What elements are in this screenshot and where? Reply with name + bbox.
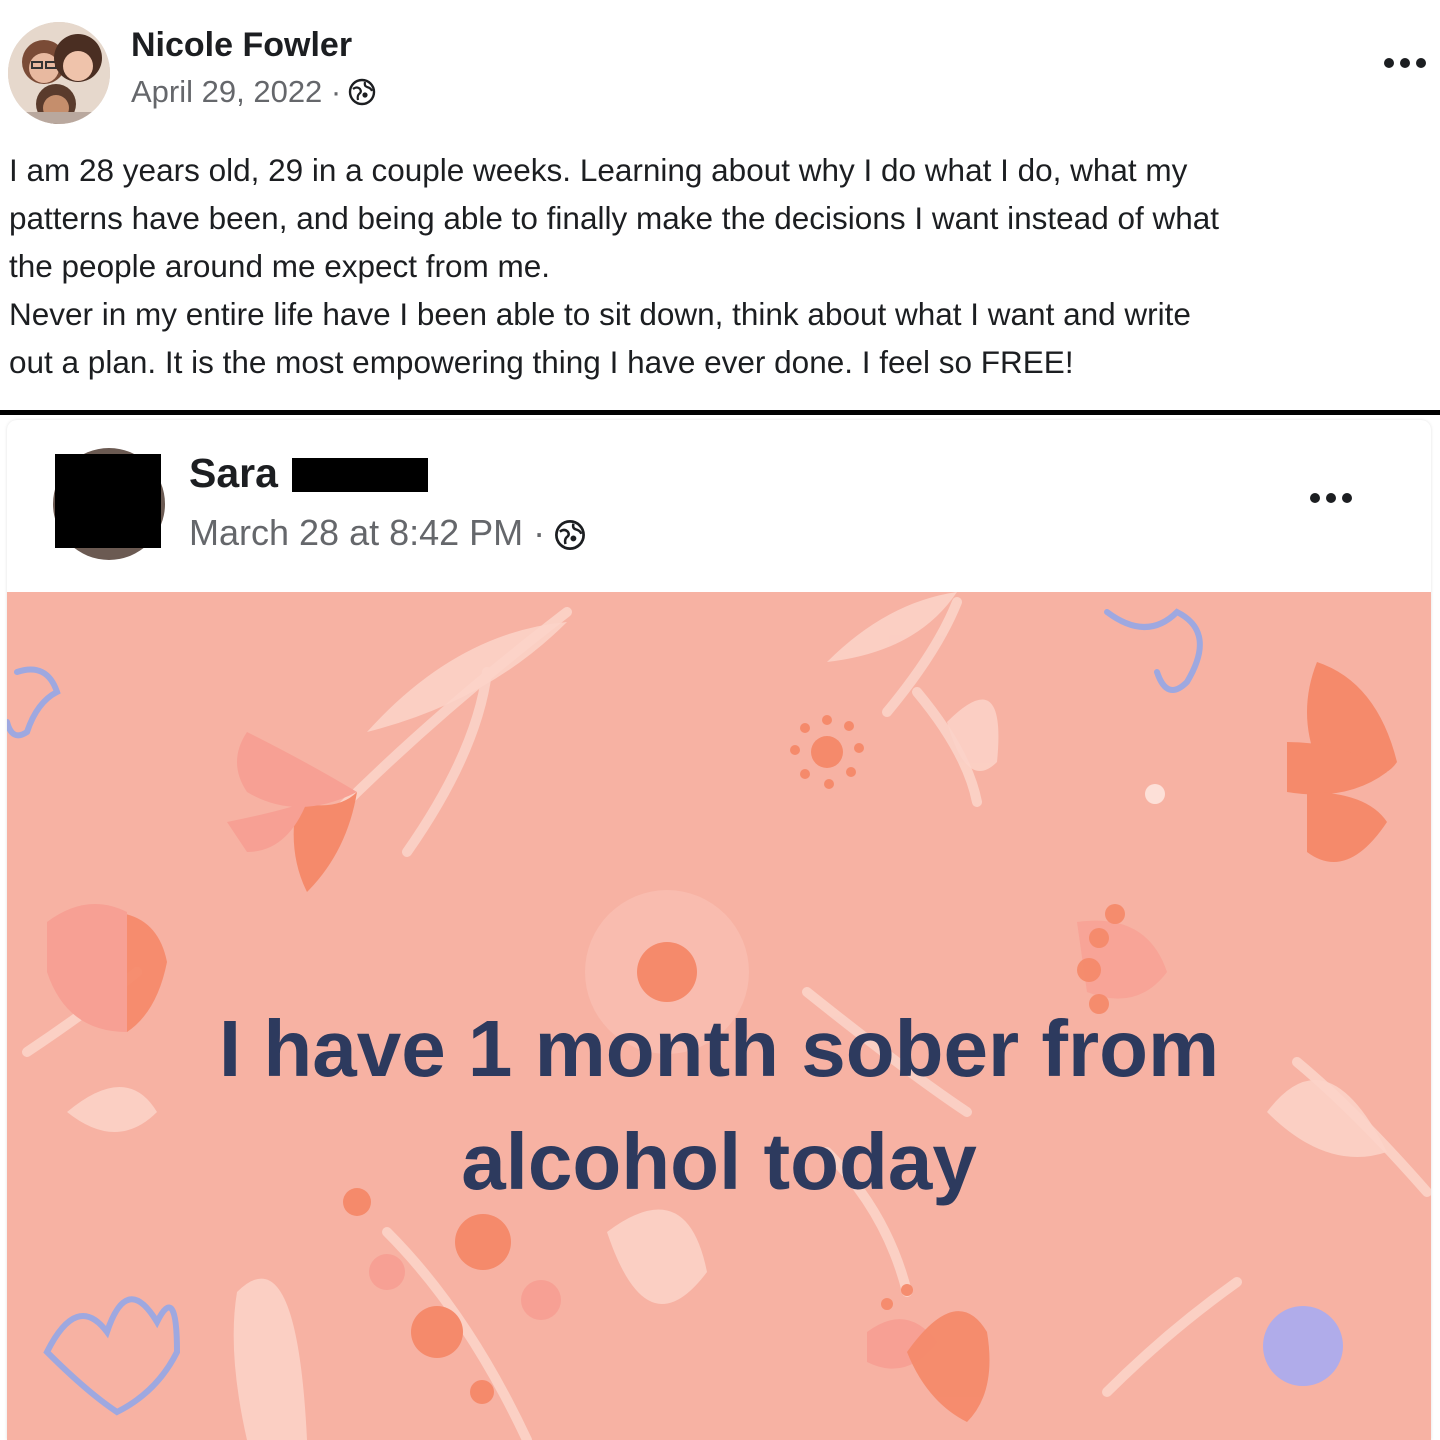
post-body: I am 28 years old, 29 in a couple weeks.… <box>9 146 1437 386</box>
post-date[interactable]: April 29, 2022 · <box>131 74 341 110</box>
background-text-line: alcohol today <box>461 1117 977 1206</box>
redaction-box <box>55 454 161 548</box>
globe-icon <box>347 77 377 107</box>
background-text: I have 1 month sober from alcohol today <box>7 992 1431 1218</box>
post: Nicole Fowler April 29, 2022 · I am 28 y… <box>0 0 1440 410</box>
more-options-icon[interactable] <box>1310 493 1352 503</box>
shared-post: Sara March 28 at 8:42 PM · I have 1 mont… <box>7 420 1431 1440</box>
post-body-line: patterns have been, and being able to fi… <box>9 200 1220 236</box>
shared-author-first-name[interactable]: Sara <box>189 450 278 497</box>
post-body-line: the people around me expect from me. <box>9 248 551 284</box>
post-body-line: Never in my entire life have I been able… <box>9 296 1191 332</box>
more-options-icon[interactable] <box>1384 58 1426 68</box>
background-text-card: I have 1 month sober from alcohol today <box>7 592 1431 1440</box>
shared-post-meta: March 28 at 8:42 PM · <box>189 512 586 554</box>
author-name[interactable]: Nicole Fowler <box>131 26 352 65</box>
post-body-line: I am 28 years old, 29 in a couple weeks.… <box>9 152 1188 188</box>
divider <box>0 410 1440 415</box>
background-text-line: I have 1 month sober from <box>218 1004 1220 1093</box>
author-avatar[interactable] <box>8 22 110 124</box>
post-meta: April 29, 2022 · <box>131 74 377 110</box>
shared-post-date[interactable]: March 28 at 8:42 PM · <box>189 512 545 554</box>
shared-author-name[interactable]: Sara <box>189 450 428 497</box>
globe-icon <box>553 518 586 550</box>
post-body-line: out a plan. It is the most empowering th… <box>9 344 1074 380</box>
redaction-bar <box>291 457 428 492</box>
